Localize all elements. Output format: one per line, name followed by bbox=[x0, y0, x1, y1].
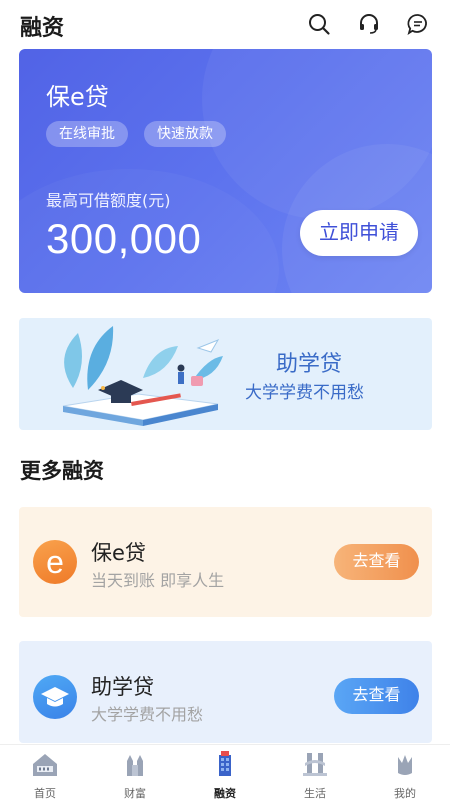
banner-title: 助学贷 bbox=[276, 352, 343, 377]
tab-home[interactable]: 首页 bbox=[0, 745, 90, 800]
hero-product-name: 保e贷 bbox=[46, 83, 109, 111]
product-name: 保e贷 bbox=[91, 541, 146, 565]
top-bar: 融资 bbox=[0, 0, 450, 48]
more-financing-title: 更多融资 bbox=[20, 459, 104, 483]
product-card-student-loan[interactable]: 助学贷 大学学费不用愁 去查看 bbox=[19, 641, 432, 743]
tab-label: 生活 bbox=[304, 787, 326, 800]
apply-now-button[interactable]: 立即申请 bbox=[300, 210, 418, 256]
book-graduation-illustration bbox=[62, 326, 223, 426]
search-icon[interactable] bbox=[307, 12, 331, 36]
tab-profile[interactable]: 我的 bbox=[360, 745, 450, 800]
profile-icon bbox=[398, 755, 412, 775]
loan-hero-card[interactable]: 保e贷 在线审批 快速放款 最高可借额度(元) 300,000 立即申请 bbox=[19, 49, 432, 293]
tab-label: 融资 bbox=[214, 787, 236, 800]
view-button[interactable]: 去查看 bbox=[334, 544, 419, 580]
tab-label: 首页 bbox=[34, 787, 56, 800]
limit-label: 最高可借额度(元) bbox=[46, 191, 171, 210]
chat-icon[interactable] bbox=[406, 12, 430, 36]
limit-amount: 300,000 bbox=[46, 215, 202, 262]
view-button[interactable]: 去查看 bbox=[334, 678, 419, 714]
baoedai-logo-icon: e bbox=[33, 540, 77, 584]
headset-icon[interactable] bbox=[357, 12, 381, 36]
tab-label: 我的 bbox=[394, 787, 416, 800]
product-desc: 大学学费不用愁 bbox=[91, 705, 204, 724]
student-loan-banner[interactable]: 助学贷 大学学费不用愁 bbox=[19, 318, 432, 430]
bottom-tab-bar: 首页 财富 融资 生活 我的 bbox=[0, 744, 450, 800]
svg-text:e: e bbox=[46, 544, 64, 580]
tab-finance[interactable]: 融资 bbox=[180, 745, 270, 800]
wealth-icon bbox=[127, 755, 143, 776]
tag-online-approval: 在线审批 bbox=[46, 121, 128, 147]
graduation-cap-icon bbox=[33, 675, 77, 719]
tag-fast-disbursement: 快速放款 bbox=[144, 121, 226, 147]
finance-icon bbox=[219, 751, 231, 776]
tab-wealth[interactable]: 财富 bbox=[90, 745, 180, 800]
product-desc: 当天到账 即享人生 bbox=[91, 571, 225, 590]
home-icon bbox=[33, 754, 57, 776]
product-card-baoedai[interactable]: e 保e贷 当天到账 即享人生 去查看 bbox=[19, 507, 432, 617]
life-icon bbox=[303, 753, 327, 776]
tab-life[interactable]: 生活 bbox=[270, 745, 360, 800]
page-title: 融资 bbox=[20, 16, 65, 41]
tab-label: 财富 bbox=[124, 787, 146, 800]
product-name: 助学贷 bbox=[91, 675, 154, 699]
banner-subtitle: 大学学费不用愁 bbox=[245, 383, 364, 403]
